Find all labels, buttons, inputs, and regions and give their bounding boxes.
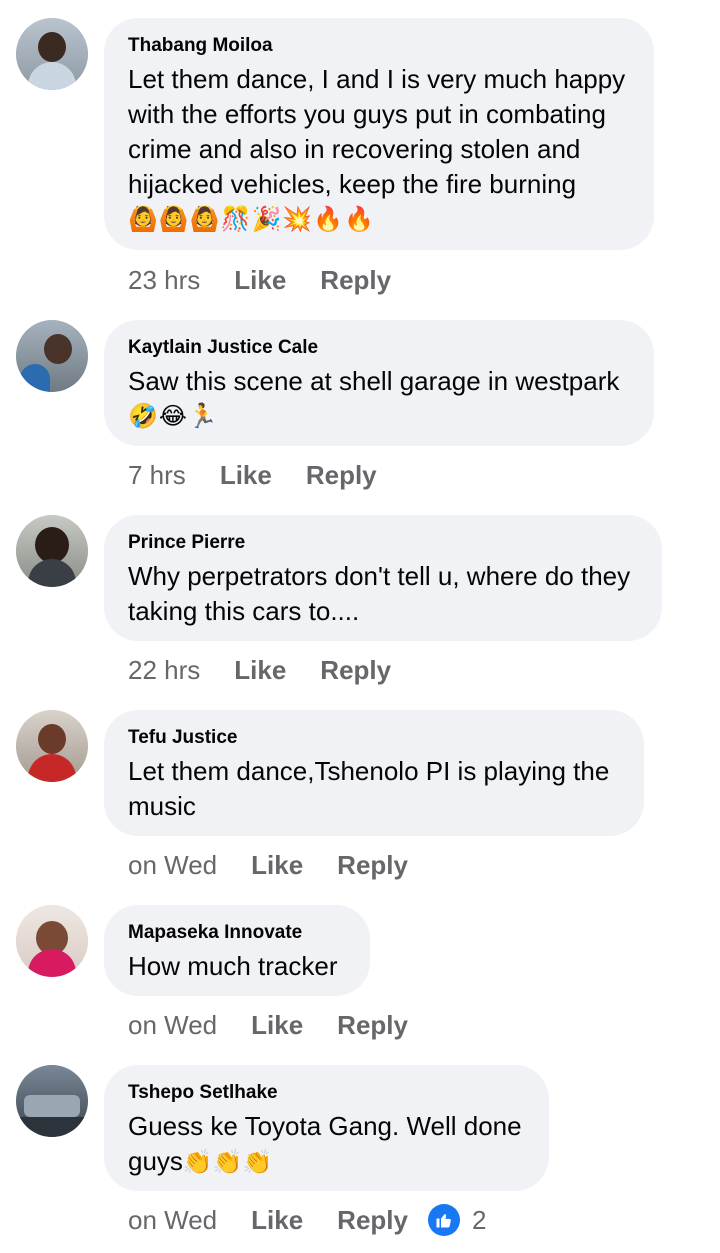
comment-actions: on Wed Like Reply 2 (128, 1200, 486, 1240)
comment-text: Let them dance,Tshenolo PI is playing th… (128, 756, 610, 821)
thumbs-up-icon-glyph (436, 1214, 451, 1228)
avatar[interactable] (16, 515, 88, 587)
comment-actions: 22 hrs Like Reply (128, 650, 425, 690)
avatar[interactable] (16, 905, 88, 977)
commenter-name[interactable]: Mapaseka Innovate (128, 921, 346, 945)
like-button[interactable]: Like (234, 265, 286, 296)
commenter-name[interactable]: Tefu Justice (128, 726, 620, 750)
comment-emojis: 🤣😂🏃 (128, 403, 219, 430)
thumbs-up-icon[interactable] (427, 1204, 460, 1236)
comment-actions: 23 hrs Like Reply (128, 260, 425, 300)
comment-text: How much tracker (128, 951, 338, 981)
commenter-name[interactable]: Thabang Moiloa (128, 34, 630, 58)
comment-timestamp[interactable]: on Wed (128, 850, 217, 881)
reply-button[interactable]: Reply (320, 265, 391, 296)
comment-text: Let them dance, I and I is very much hap… (128, 64, 626, 199)
commenter-name[interactable]: Kaytlain Justice Cale (128, 336, 630, 360)
comment-actions: on Wed Like Reply (128, 1005, 442, 1045)
comment-text: Saw this scene at shell garage in westpa… (128, 366, 620, 396)
reply-button[interactable]: Reply (337, 1205, 408, 1236)
avatar[interactable] (16, 1065, 88, 1137)
like-button[interactable]: Like (251, 1010, 303, 1041)
like-button[interactable]: Like (251, 1205, 303, 1236)
avatar[interactable] (16, 320, 88, 392)
like-button[interactable]: Like (251, 850, 303, 881)
reply-button[interactable]: Reply (337, 1010, 408, 1041)
avatar[interactable] (16, 710, 88, 782)
comment-text: Guess ke Toyota Gang. Well done guys👏👏👏 (128, 1109, 525, 1180)
commenter-name[interactable]: Tshepo Setlhake (128, 1081, 525, 1105)
comment-actions: 7 hrs Like Reply (128, 455, 411, 495)
reply-button[interactable]: Reply (306, 460, 377, 491)
comment-timestamp[interactable]: on Wed (128, 1010, 217, 1041)
comment-emojis: 👏👏👏 (182, 1149, 273, 1176)
comment-timestamp[interactable]: on Wed (128, 1205, 217, 1236)
reaction-count[interactable]: 2 (472, 1205, 486, 1236)
reply-button[interactable]: Reply (337, 850, 408, 881)
reply-button[interactable]: Reply (320, 655, 391, 686)
comment-bubble: Prince Pierre Why perpetrators don't tel… (104, 515, 662, 641)
like-button[interactable]: Like (220, 460, 272, 491)
comment-timestamp[interactable]: 23 hrs (128, 265, 200, 296)
avatar[interactable] (16, 18, 88, 90)
commenter-name[interactable]: Prince Pierre (128, 531, 638, 555)
comment-bubble: Tshepo Setlhake Guess ke Toyota Gang. We… (104, 1065, 549, 1191)
comment-emojis: 🙆🙆🙆🎊🎉💥🔥🔥 (128, 206, 376, 233)
like-button[interactable]: Like (234, 655, 286, 686)
comment-bubble: Mapaseka Innovate How much tracker (104, 905, 370, 996)
comment-bubble: Tefu Justice Let them dance,Tshenolo PI … (104, 710, 644, 836)
comment-actions: on Wed Like Reply (128, 845, 442, 885)
comment-bubble: Kaytlain Justice Cale Saw this scene at … (104, 320, 654, 446)
comment-timestamp[interactable]: 7 hrs (128, 460, 186, 491)
comment-bubble: Thabang Moiloa Let them dance, I and I i… (104, 18, 654, 250)
comment-timestamp[interactable]: 22 hrs (128, 655, 200, 686)
comment-text: Why perpetrators don't tell u, where do … (128, 561, 631, 626)
